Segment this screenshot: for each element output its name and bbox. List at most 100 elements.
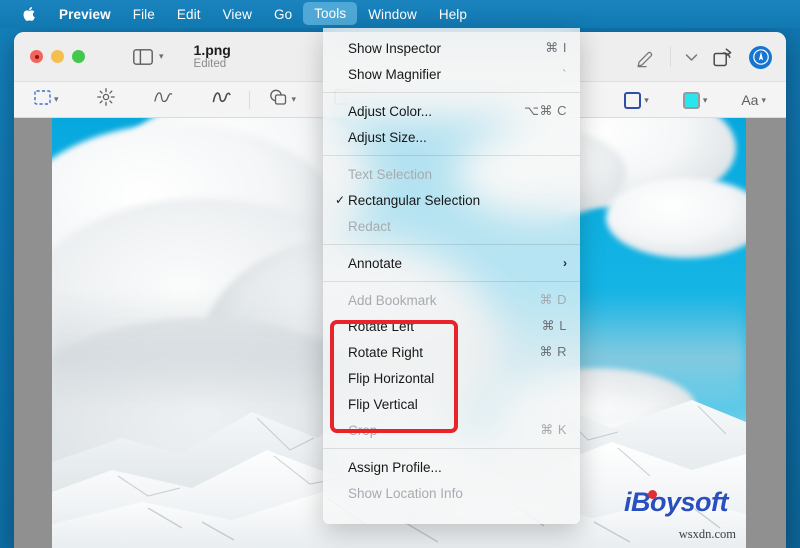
sketch-tool[interactable] [147,88,179,111]
rotate-icon[interactable] [712,47,735,68]
menu-item-shortcut: ⌘ K [540,422,567,437]
traffic-light-buttons [14,50,85,63]
menu-item-label: Flip Horizontal [348,370,435,386]
menubar-item-file[interactable]: File [122,0,166,28]
border-color-swatch[interactable]: ▾ [618,91,655,109]
draw-squiggle-icon [211,88,231,111]
titlebar-actions [635,32,772,82]
menu-item-show-location-info: Show Location Info [323,480,580,506]
menu-item-label: Text Selection [348,166,433,182]
zoom-button[interactable] [72,50,85,63]
chevron-down-icon: ▾ [291,94,297,104]
menu-item-show-magnifier[interactable]: Show Magnifier ` [323,61,580,87]
menu-item-shortcut: ⌘ L [541,318,567,333]
checkmark-icon: ✓ [335,193,346,207]
menu-item-annotate[interactable]: Annotate › [323,250,580,276]
markup-toolbar-right: ▾ ▾ Aa ▾ [618,82,772,118]
menu-item-redact: Redact [323,213,580,239]
menubar-item-tools[interactable]: Tools [303,2,358,25]
menu-item-flip-horizontal[interactable]: Flip Horizontal [323,365,580,391]
mac-menu-bar: Preview File Edit View Go Tools Window H… [0,0,800,28]
shapes-icon [268,88,289,111]
sidebar-icon [133,48,153,65]
chevron-down-icon: ▾ [159,51,164,61]
shapes-tool[interactable]: ▾ [262,88,303,111]
menubar-item-help[interactable]: Help [428,0,478,28]
menu-item-crop: Crop ⌘ K [323,417,580,443]
menu-separator [323,92,580,93]
menu-item-label: Rectangular Selection [348,192,481,208]
chevron-right-icon: › [563,256,567,270]
menubar-item-go[interactable]: Go [263,0,303,28]
menu-separator [323,155,580,156]
menu-item-label: Annotate [348,255,403,271]
menu-item-assign-profile[interactable]: Assign Profile... [323,454,580,480]
menu-separator [323,244,580,245]
chevron-down-icon: ▾ [644,94,649,105]
watermark-brand: iBoysoft [624,487,729,517]
menu-item-rotate-left[interactable]: Rotate Left ⌘ L [323,313,580,339]
menu-item-label: Assign Profile... [348,459,442,475]
menu-item-text-selection: Text Selection [323,161,580,187]
document-subtitle: Edited [193,57,227,70]
markup-pen-icon[interactable] [635,47,656,68]
screen: Preview File Edit View Go Tools Window H… [0,0,800,548]
menu-item-rotate-right[interactable]: Rotate Right ⌘ R [323,339,580,365]
text-style-label: Aa [741,92,759,108]
chevron-down-icon: ▾ [761,94,766,105]
draw-tool[interactable] [205,88,237,111]
menu-item-shortcut: ` [562,66,567,82]
chevron-down-icon[interactable] [685,53,698,62]
sketch-squiggle-icon [153,88,173,111]
menu-item-shortcut: ⌥⌘ C [524,103,567,118]
menu-item-label: Add Bookmark [348,292,437,308]
text-style-button[interactable]: Aa ▾ [735,92,772,108]
menu-item-label: Rotate Right [348,344,424,360]
toolbar-divider [670,47,671,67]
selection-tool[interactable]: ▾ [28,89,65,110]
tools-dropdown-menu: Show Inspector ⌘ I Show Magnifier ` Adju… [323,28,580,524]
menu-item-show-inspector[interactable]: Show Inspector ⌘ I [323,35,580,61]
menu-item-label: Redact [348,218,391,234]
menu-separator [323,281,580,282]
menu-item-adjust-size[interactable]: Adjust Size... [323,124,580,150]
chevron-down-icon: ▾ [54,94,59,104]
chevron-down-icon: ▾ [702,94,708,105]
apple-logo-icon[interactable] [14,0,48,28]
menu-item-shortcut: ⌘ D [539,292,567,307]
share-icon[interactable] [749,45,772,69]
menu-item-label: Adjust Color... [348,103,433,119]
menu-item-label: Crop [348,422,378,438]
sparkle-icon [96,88,115,111]
document-title-block: 1.png Edited [194,42,231,71]
toolbar-divider [248,90,250,109]
menu-item-label: Adjust Size... [348,129,427,145]
menu-item-shortcut: ⌘ R [539,344,567,359]
menu-item-label: Rotate Left [348,318,415,334]
fill-color-swatch[interactable]: ▾ [677,91,714,109]
instant-alpha-tool[interactable] [91,88,121,111]
menu-item-label: Flip Vertical [348,396,418,412]
menu-item-adjust-color[interactable]: Adjust Color... ⌥⌘ C [323,98,580,124]
menubar-item-preview[interactable]: Preview [48,0,122,28]
fill-color-icon [682,91,700,109]
menu-separator [323,448,580,449]
menubar-item-edit[interactable]: Edit [166,0,212,28]
watermark-dot-icon [648,490,657,499]
menu-item-flip-vertical[interactable]: Flip Vertical [323,391,580,417]
watermark-site: wsxdn.com [678,527,736,541]
menu-item-label: Show Location Info [348,485,463,501]
document-title: 1.png [193,41,231,58]
menubar-item-window[interactable]: Window [357,0,428,28]
menu-item-shortcut: ⌘ I [545,40,567,55]
menubar-item-view[interactable]: View [212,0,263,28]
border-color-icon [624,91,642,109]
menu-item-label: Show Inspector [348,40,442,56]
close-button[interactable] [30,50,43,63]
dashed-rectangle-icon [34,89,51,110]
sidebar-toggle-button[interactable]: ▾ [133,48,164,65]
menu-item-add-bookmark: Add Bookmark ⌘ D [323,287,580,313]
menu-item-label: Show Magnifier [348,66,442,82]
minimize-button[interactable] [51,50,64,63]
menu-item-rectangular-selection[interactable]: ✓ Rectangular Selection [323,187,580,213]
